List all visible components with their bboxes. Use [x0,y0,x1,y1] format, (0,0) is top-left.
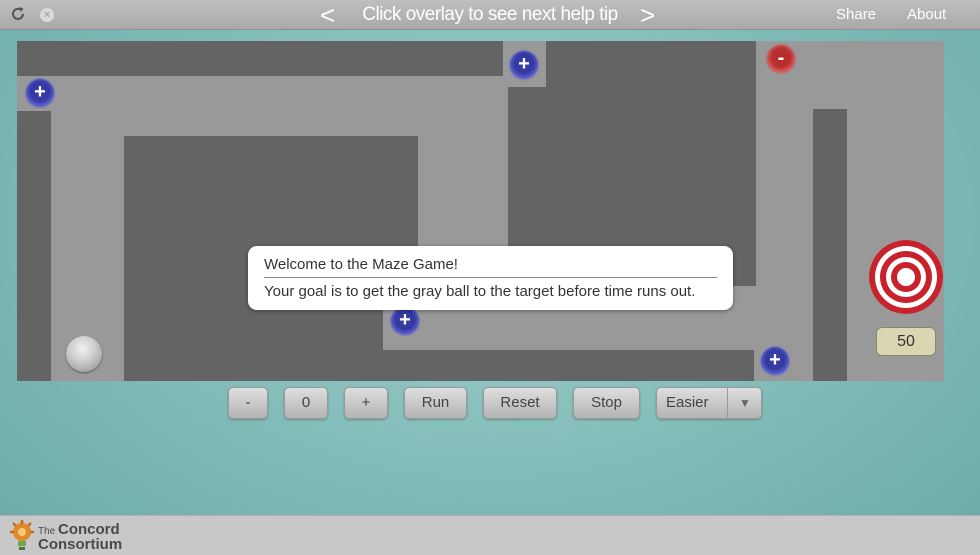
timer-display: 50 [876,327,936,356]
lightbulb-logo-icon [10,520,34,550]
count-display[interactable]: 0 [284,387,328,419]
prev-tip-button[interactable]: < [320,0,335,30]
next-tip-button[interactable]: > [640,0,655,30]
share-link[interactable]: Share [836,0,876,30]
consortium-logo[interactable]: The Concord Consortium [38,522,123,553]
maze-wall [124,350,754,381]
welcome-overlay[interactable]: Welcome to the Maze Game! Your goal is t… [248,246,733,310]
overlay-title: Welcome to the Maze Game! [264,256,458,273]
dropdown-divider [727,388,728,418]
add-token[interactable]: + [761,347,789,375]
add-token[interactable]: + [510,51,538,79]
help-tip-text[interactable]: Click overlay to see next help tip [350,0,630,30]
target-icon [869,240,943,314]
chevron-down-icon[interactable]: ▼ [733,388,757,418]
overlay-divider [264,277,717,278]
gray-ball[interactable] [66,336,102,372]
remove-token[interactable]: - [767,45,795,73]
reset-button[interactable]: Reset [483,387,557,419]
run-button[interactable]: Run [404,387,467,419]
add-token[interactable]: + [391,307,419,335]
about-link[interactable]: About [907,0,946,30]
footer: The Concord Consortium [0,515,980,555]
maze-wall [17,41,503,76]
difficulty-value: Easier [666,394,709,411]
increment-button[interactable]: + [344,387,388,419]
difficulty-select[interactable]: Easier ▼ [656,387,762,419]
stop-button[interactable]: Stop [573,387,640,419]
close-icon[interactable]: × [40,8,54,22]
maze-board[interactable]: + + - + + 50 [17,41,944,381]
logo-text-consortium: Consortium [38,536,123,553]
maze-wall [813,109,847,381]
add-token[interactable]: + [26,79,54,107]
decrement-button[interactable]: - [228,387,268,419]
top-bar: × < Click overlay to see next help tip >… [0,0,980,30]
overlay-text: Your goal is to get the gray ball to the… [264,283,696,300]
reload-icon[interactable] [10,6,26,22]
maze-wall [17,111,51,381]
